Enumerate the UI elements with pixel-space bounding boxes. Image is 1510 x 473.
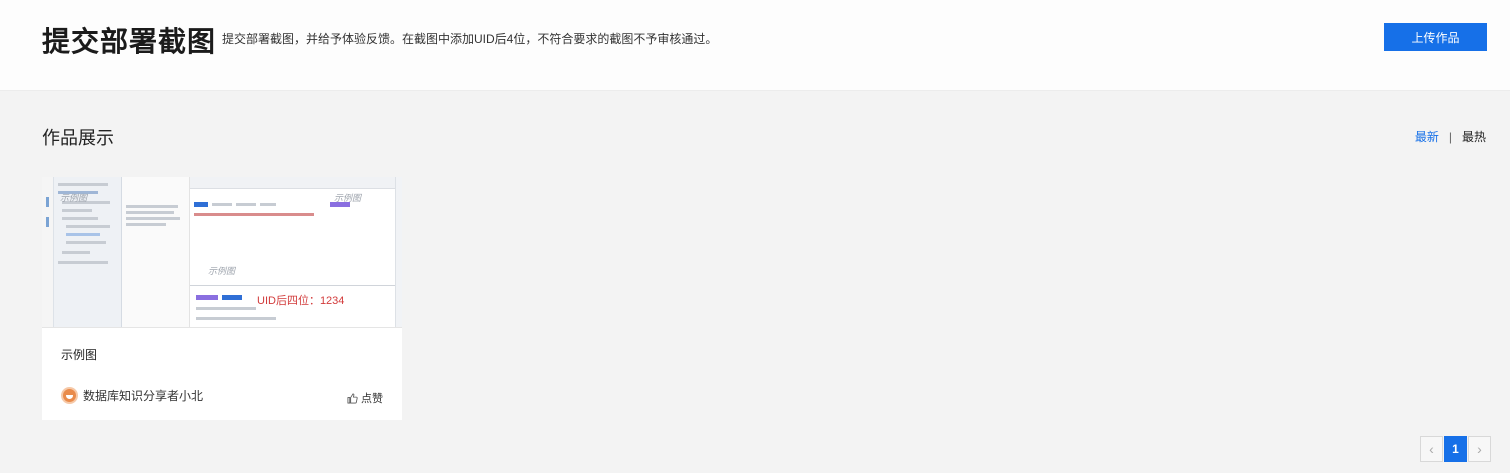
work-author: 数据库知识分享者小北 xyxy=(61,387,203,404)
work-title: 示例图 xyxy=(61,348,98,362)
sort-hot-link[interactable]: 最热 xyxy=(1462,128,1486,145)
sort-separator: | xyxy=(1448,129,1452,144)
page-title: 提交部署截图 xyxy=(42,26,217,57)
page-header: 提交部署截图 提交部署截图，并给予体验反馈。在截图中添加UID后4位，不符合要求… xyxy=(0,0,1510,91)
sort-options: 最新 | 最热 xyxy=(1415,128,1486,145)
gallery-title: 作品展示 xyxy=(42,128,114,148)
work-card[interactable]: 示例图 示例图 示例图 UID后四位：1234 示例图 数据库知识分享者小北 点… xyxy=(42,177,402,420)
next-page-button[interactable]: › xyxy=(1468,436,1491,462)
sort-latest-link[interactable]: 最新 xyxy=(1415,128,1439,145)
thumb-watermark-2: 示例图 xyxy=(334,193,362,203)
prev-page-button[interactable]: ‹ xyxy=(1420,436,1443,462)
like-label: 点赞 xyxy=(361,393,383,405)
page-subtitle: 提交部署截图，并给予体验反馈。在截图中添加UID后4位，不符合要求的截图不予审核… xyxy=(222,32,718,46)
thumb-uid-text: UID后四位：1234 xyxy=(257,295,345,307)
work-thumbnail[interactable]: 示例图 示例图 示例图 UID后四位：1234 xyxy=(42,177,402,328)
thumbs-up-icon xyxy=(347,393,358,403)
author-avatar xyxy=(61,387,78,404)
like-button[interactable]: 点赞 xyxy=(347,390,383,406)
thumb-panel xyxy=(122,177,190,327)
upload-work-button[interactable]: 上传作品 xyxy=(1384,23,1487,51)
pagination: ‹ 1 › xyxy=(1420,436,1491,462)
thumb-watermark-3: 示例图 xyxy=(208,266,236,276)
thumb-watermark-1: 示例图 xyxy=(60,193,88,203)
page-1-button[interactable]: 1 xyxy=(1444,436,1467,462)
author-name: 数据库知识分享者小北 xyxy=(83,389,204,403)
